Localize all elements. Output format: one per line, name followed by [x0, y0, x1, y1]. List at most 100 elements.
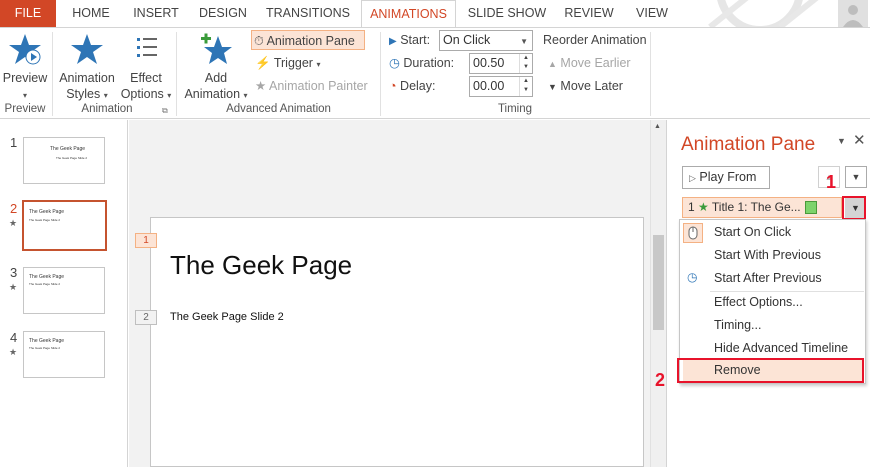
menu-item-start-on-click[interactable]: Start On Click	[714, 221, 791, 244]
preview-star-icon	[9, 34, 41, 65]
slide-thumbnail-2[interactable]: The Geek Page The Geek Page Slide 2	[22, 200, 107, 251]
tab-transitions[interactable]: TRANSITIONS	[258, 0, 358, 27]
animation-painter-button[interactable]: ★ Animation Painter	[255, 76, 368, 96]
slide-canvas[interactable]: 1 The Geek Page 2 The Geek Page Slide 2	[135, 217, 644, 467]
green-star-icon: ★	[698, 200, 709, 214]
menu-item-hide-advanced-timeline[interactable]: Hide Advanced Timeline	[714, 337, 848, 360]
ribbon: Preview ▾ Preview Animation Styles ▾ Effec…	[0, 28, 870, 119]
thumb-subtitle: The Geek Page Slide 2	[29, 282, 61, 286]
animation-tag-2[interactable]: 2	[135, 310, 157, 325]
tab-review[interactable]: REVIEW	[558, 0, 620, 27]
group-label-advanced-animation: Advanced Animation	[226, 103, 331, 115]
editor-scrollbar[interactable]: ▲	[650, 120, 666, 467]
delay-input[interactable]: 00.00 ▲ ▼	[469, 76, 533, 97]
animation-star-icon: ★	[9, 347, 18, 357]
add-animation-label: Add Animation ▾	[184, 71, 248, 101]
duration-label: ◷ Duration:	[389, 56, 455, 70]
play-icon: ▷	[689, 173, 696, 183]
animation-pane-title: Animation Pane	[681, 134, 816, 155]
slide-thumbnail-3[interactable]: The Geek Page The Geek Page Slide 2	[23, 267, 105, 314]
tab-view[interactable]: VIEW	[626, 0, 678, 27]
slide-thumbnail-4[interactable]: The Geek Page The Geek Page Slide 2	[23, 331, 105, 378]
tab-insert[interactable]: INSERT	[126, 0, 186, 27]
move-later-button[interactable]: ▼ Move Later	[548, 76, 623, 96]
ribbon-tab-bar: FILE HOME INSERT DESIGN TRANSITIONS ANIM…	[0, 0, 870, 28]
effect-options-button[interactable]: Effect Options ▾	[120, 32, 172, 104]
slide-number: 2	[10, 201, 18, 216]
group-label-animation: Animation	[81, 103, 133, 115]
effect-options-list-icon	[137, 38, 157, 57]
tab-home[interactable]: HOME	[62, 0, 120, 27]
thumb-subtitle: The Geek Page Slide 2	[29, 346, 61, 350]
lightning-icon: ⚡	[255, 56, 271, 70]
animation-item-number: 1	[688, 200, 695, 214]
menu-item-start-after-previous[interactable]: Start After Previous	[714, 267, 822, 290]
preview-label: Preview ▾	[2, 71, 48, 100]
thumb-title: The Geek Page	[50, 146, 86, 152]
animation-pane-label: Animation Pane	[266, 34, 355, 48]
duration-input[interactable]: 00.50 ▲ ▼	[469, 53, 533, 74]
ribbon-separator	[52, 32, 53, 116]
add-animation-button[interactable]: Add Animation ▾	[181, 32, 251, 104]
delay-clock-icon: ◔	[389, 79, 397, 93]
animation-star-icon: ★	[9, 218, 18, 228]
chevron-down-icon: ▼	[520, 37, 528, 46]
trigger-label: Trigger	[273, 56, 313, 70]
reorder-animation-label: Reorder Animation	[543, 33, 647, 47]
start-select[interactable]: On Click ▼	[439, 30, 533, 51]
animation-styles-label: Animation Styles ▾	[59, 71, 115, 101]
pane-options-chevron-icon[interactable]: ▼	[837, 136, 846, 146]
close-icon[interactable]: ✕	[853, 131, 866, 149]
callout-box-dropdown	[842, 196, 866, 220]
group-label-timing: Timing	[497, 103, 533, 115]
thumb-subtitle: The Geek Page Slide 2	[56, 156, 88, 160]
animation-item-label: Title 1: The Ge...	[711, 200, 801, 214]
slide-title[interactable]: The Geek Page	[170, 250, 352, 281]
dialog-launcher-icon[interactable]: ⧉	[162, 106, 168, 116]
tab-file[interactable]: FILE	[0, 0, 56, 27]
mouse-glyph-icon	[688, 226, 698, 240]
move-down-button[interactable]: ▼	[845, 166, 867, 188]
animation-star-icon: ★	[9, 282, 18, 292]
scroll-thumb[interactable]	[653, 235, 664, 330]
start-label: ▶ Start:	[389, 33, 431, 47]
animation-tag-1[interactable]: 1	[135, 233, 157, 248]
user-icon	[843, 5, 863, 27]
clock-icon: ◷	[687, 270, 698, 284]
trigger-button[interactable]: ⚡ Trigger ▾	[255, 53, 320, 73]
down-triangle-icon: ▼	[548, 82, 557, 92]
animation-item[interactable]: 1 ★ Title 1: The Ge...	[682, 197, 842, 218]
effect-options-label: Effect Options ▾	[120, 71, 172, 101]
animation-styles-button[interactable]: Animation Styles ▾	[56, 32, 118, 104]
play-from-button[interactable]: ▷ Play From	[682, 166, 770, 189]
delay-spinner[interactable]: ▲ ▼	[519, 77, 532, 96]
move-earlier-button[interactable]: ▲ Move Earlier	[548, 53, 631, 73]
animation-pane-button[interactable]: ⏱ Animation Pane	[251, 30, 365, 50]
scroll-up-icon[interactable]: ▲	[654, 123, 661, 130]
ribbon-separator	[650, 32, 651, 116]
slide-thumbnails-panel: 1 The Geek Page The Geek Page Slide 2 2 …	[0, 120, 128, 467]
thumb-title: The Geek Page	[29, 338, 65, 344]
tab-design[interactable]: DESIGN	[192, 0, 254, 27]
mouse-icon	[683, 223, 703, 243]
menu-item-start-with-previous[interactable]: Start With Previous	[714, 244, 821, 267]
animation-painter-label: Animation Painter	[269, 79, 368, 93]
clock-icon: ◷	[389, 56, 400, 70]
preview-button[interactable]: Preview ▾	[2, 32, 48, 104]
callout-number-1: 1	[826, 172, 837, 192]
play-triangle-icon: ▶	[389, 36, 397, 47]
slide-subtitle[interactable]: The Geek Page Slide 2	[170, 311, 284, 323]
group-label-preview: Preview	[4, 103, 46, 115]
menu-item-timing[interactable]: Timing...	[714, 314, 761, 337]
slide-number: 3	[10, 265, 18, 280]
duration-spinner[interactable]: ▲ ▼	[519, 54, 532, 73]
slide-thumbnail-1[interactable]: The Geek Page The Geek Page Slide 2	[23, 137, 105, 184]
tab-animations[interactable]: ANIMATIONS	[361, 0, 456, 28]
menu-item-effect-options[interactable]: Effect Options...	[714, 291, 803, 314]
ribbon-separator	[380, 32, 381, 116]
slide-number: 1	[10, 135, 18, 150]
user-avatar[interactable]	[838, 0, 868, 27]
painter-star-icon: ★	[255, 79, 267, 93]
delay-label: ◔ Delay:	[389, 79, 436, 93]
tab-slide-show[interactable]: SLIDE SHOW	[462, 0, 552, 27]
